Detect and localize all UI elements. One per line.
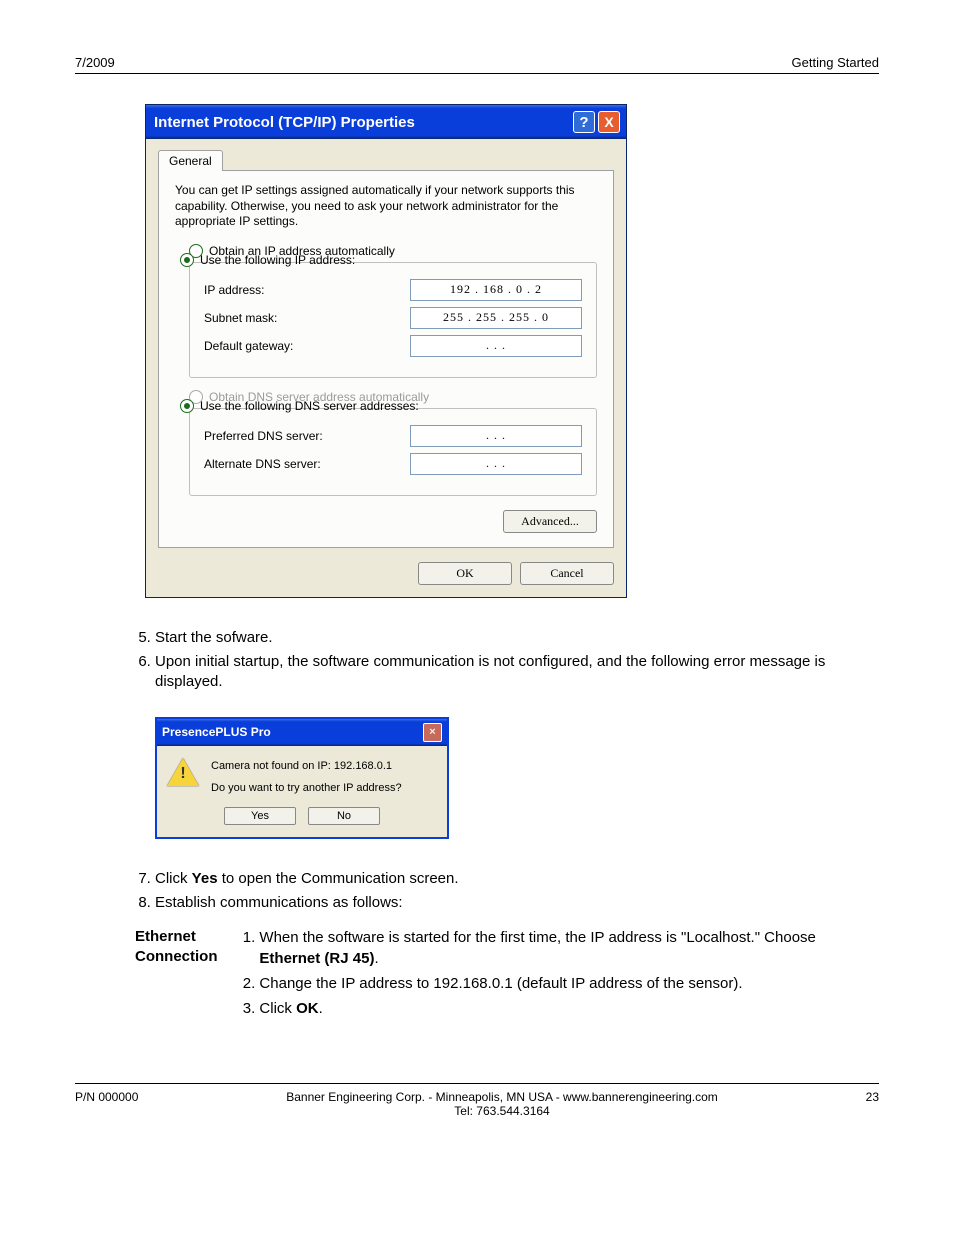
intro-text: You can get IP settings assigned automat… xyxy=(175,183,597,230)
gateway-label: Default gateway: xyxy=(204,339,384,353)
message-line-1: Camera not found on IP: 192.168.0.1 xyxy=(211,758,437,775)
dialog-body: General You can get IP settings assigned… xyxy=(146,139,626,597)
message-line-2: Do you want to try another IP address? xyxy=(211,780,437,797)
gateway-input[interactable]: . . . xyxy=(410,335,582,357)
step-5: Start the sofware. xyxy=(155,628,879,648)
tab-general[interactable]: General xyxy=(158,150,223,171)
cancel-button[interactable]: Cancel xyxy=(520,562,614,585)
warning-icon: ! xyxy=(167,758,199,786)
alt-dns-input[interactable]: . . . xyxy=(410,453,582,475)
page-footer: P/N 000000 Banner Engineering Corp. - Mi… xyxy=(75,1083,879,1118)
step-6: Upon initial startup, the software commu… xyxy=(155,652,879,693)
radio-label: Use the following IP address: xyxy=(200,253,355,267)
eth-step-1: When the software is started for the fir… xyxy=(259,927,879,969)
advanced-button[interactable]: Advanced... xyxy=(503,510,597,533)
radio-icon xyxy=(180,253,194,267)
no-button[interactable]: No xyxy=(308,807,380,825)
page-header: 7/2009 Getting Started xyxy=(75,55,879,74)
dialog-title: Internet Protocol (TCP/IP) Properties xyxy=(152,114,415,131)
footer-company: Banner Engineering Corp. - Minneapolis, … xyxy=(138,1090,865,1118)
footer-page-number: 23 xyxy=(866,1090,879,1118)
eth-step-2: Change the IP address to 192.168.0.1 (de… xyxy=(259,973,879,994)
titlebar: PresencePLUS Pro × xyxy=(157,719,447,746)
ok-button[interactable]: OK xyxy=(418,562,512,585)
radio-label: Use the following DNS server addresses: xyxy=(200,399,419,413)
document-page: 7/2009 Getting Started Internet Protocol… xyxy=(0,0,954,1148)
footer-part-number: P/N 000000 xyxy=(75,1090,138,1118)
ethernet-connection-block: Ethernet Connection When the software is… xyxy=(135,927,879,1023)
ethernet-heading: Ethernet Connection xyxy=(135,927,233,966)
header-section: Getting Started xyxy=(792,55,879,70)
radio-use-dns[interactable]: Use the following DNS server addresses: xyxy=(180,399,419,413)
step-7: Click Yes to open the Communication scre… xyxy=(155,869,879,889)
step-8: Establish communications as follows: xyxy=(155,893,879,913)
ip-address-input[interactable]: 192 . 168 . 0 . 2 xyxy=(410,279,582,301)
subnet-input[interactable]: 255 . 255 . 255 . 0 xyxy=(410,307,582,329)
steps-list-a: Start the sofware. Upon initial startup,… xyxy=(75,628,879,693)
close-icon[interactable]: X xyxy=(598,111,620,133)
tcpip-dialog: Internet Protocol (TCP/IP) Properties ? … xyxy=(145,104,627,598)
eth-step-3: Click OK. xyxy=(259,998,879,1019)
yes-button[interactable]: Yes xyxy=(224,807,296,825)
presenceplus-dialog: PresencePLUS Pro × ! Camera not found on… xyxy=(155,717,449,839)
subnet-label: Subnet mask: xyxy=(204,311,384,325)
pref-dns-label: Preferred DNS server: xyxy=(204,429,384,443)
radio-use-ip[interactable]: Use the following IP address: xyxy=(180,253,355,267)
radio-icon xyxy=(180,399,194,413)
help-icon[interactable]: ? xyxy=(573,111,595,133)
close-icon[interactable]: × xyxy=(423,723,442,742)
pref-dns-input[interactable]: . . . xyxy=(410,425,582,447)
ethernet-steps: When the software is started for the fir… xyxy=(237,927,879,1023)
steps-list-b: Click Yes to open the Communication scre… xyxy=(75,869,879,914)
dns-group: Use the following DNS server addresses: … xyxy=(189,408,597,496)
header-date: 7/2009 xyxy=(75,55,115,70)
titlebar: Internet Protocol (TCP/IP) Properties ? … xyxy=(146,105,626,139)
ip-address-label: IP address: xyxy=(204,283,384,297)
ip-group: Use the following IP address: IP address… xyxy=(189,262,597,378)
dialog-title: PresencePLUS Pro xyxy=(162,725,271,739)
dialog-message: Camera not found on IP: 192.168.0.1 Do y… xyxy=(211,758,437,797)
tab-panel: You can get IP settings assigned automat… xyxy=(158,170,614,548)
alt-dns-label: Alternate DNS server: xyxy=(204,457,384,471)
